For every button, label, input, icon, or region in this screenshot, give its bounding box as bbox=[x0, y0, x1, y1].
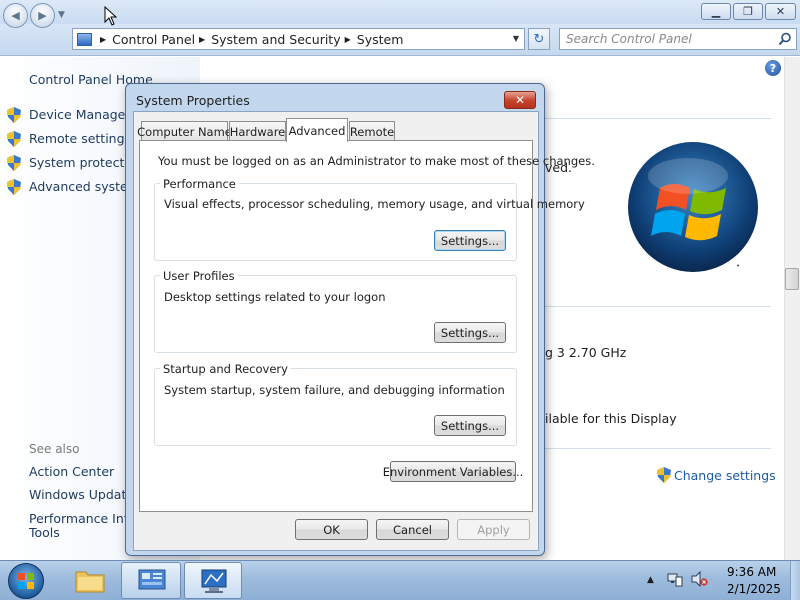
maximize-button[interactable]: ❐ bbox=[733, 3, 763, 20]
breadcrumb-separator-icon[interactable]: ▶ bbox=[100, 35, 106, 44]
control-panel-icon bbox=[77, 32, 92, 46]
volume-muted-icon[interactable] bbox=[691, 571, 708, 587]
trademark-dot: • bbox=[736, 262, 741, 270]
action-center-link[interactable]: Action Center bbox=[29, 464, 114, 479]
show-hidden-icons-button[interactable]: ▲ bbox=[647, 575, 654, 585]
section-divider bbox=[545, 448, 771, 449]
remote-settings-link[interactable]: Remote settings bbox=[29, 131, 131, 146]
user-profiles-group-label: User Profiles bbox=[160, 269, 238, 283]
apply-button[interactable]: Apply bbox=[457, 519, 530, 540]
startup-recovery-description: System startup, system failure, and debu… bbox=[164, 383, 505, 397]
folder-icon bbox=[75, 571, 105, 593]
breadcrumb-separator-icon[interactable]: ▶ bbox=[199, 35, 205, 44]
dialog-title: System Properties bbox=[136, 93, 250, 108]
taskbar-explorer-button[interactable] bbox=[66, 562, 114, 599]
back-button[interactable]: ◀ bbox=[3, 3, 28, 28]
refresh-button[interactable]: ↻ bbox=[528, 28, 550, 50]
tab-remote[interactable]: Remote bbox=[349, 121, 395, 141]
back-arrow-icon: ◀ bbox=[11, 9, 20, 22]
network-icon[interactable] bbox=[667, 571, 683, 587]
windows-flag-icon bbox=[18, 573, 34, 589]
minimize-button[interactable]: ▁ bbox=[701, 3, 731, 20]
dialog-close-button[interactable]: ✕ bbox=[504, 91, 536, 109]
see-also-heading: See also bbox=[29, 442, 80, 456]
windows-logo bbox=[628, 142, 758, 272]
startup-recovery-settings-button[interactable]: Settings... bbox=[434, 415, 506, 436]
uac-shield-icon bbox=[7, 155, 21, 171]
change-settings-link[interactable]: Change settings bbox=[674, 468, 776, 483]
user-profiles-description: Desktop settings related to your logon bbox=[164, 290, 386, 304]
help-icon[interactable]: ? bbox=[765, 60, 781, 76]
computer-icon bbox=[201, 569, 227, 593]
windows-update-link[interactable]: Windows Update bbox=[29, 487, 134, 502]
breadcrumb-separator-icon[interactable]: ▶ bbox=[345, 35, 351, 44]
control-panel-icon bbox=[138, 569, 166, 590]
uac-shield-icon bbox=[7, 107, 21, 123]
search-icon[interactable] bbox=[778, 32, 792, 46]
cancel-button[interactable]: Cancel bbox=[376, 519, 449, 540]
performance-settings-button[interactable]: Settings... bbox=[434, 230, 506, 251]
mouse-cursor-icon bbox=[104, 6, 118, 26]
device-manager-link[interactable]: Device Manager bbox=[29, 107, 131, 122]
ok-button[interactable]: OK bbox=[295, 519, 368, 540]
taskbar-system-properties-button[interactable] bbox=[184, 562, 242, 599]
clock-date[interactable]: 2/1/2025 bbox=[727, 582, 781, 596]
breadcrumb-system-and-security[interactable]: System and Security bbox=[211, 32, 340, 47]
forward-arrow-icon: ▶ bbox=[38, 9, 47, 22]
forward-button[interactable]: ▶ bbox=[30, 3, 55, 28]
uac-shield-icon bbox=[7, 179, 21, 195]
breadcrumb-system[interactable]: System bbox=[357, 32, 404, 47]
breadcrumb-control-panel[interactable]: Control Panel bbox=[112, 32, 195, 47]
startup-recovery-group-label: Startup and Recovery bbox=[160, 362, 291, 376]
performance-group-label: Performance bbox=[160, 177, 239, 191]
start-button[interactable] bbox=[8, 563, 44, 599]
admin-notice: You must be logged on as an Administrato… bbox=[158, 154, 595, 168]
performance-description: Visual effects, processor scheduling, me… bbox=[164, 197, 585, 211]
recent-pages-dropdown[interactable]: ▼ bbox=[58, 10, 65, 20]
environment-variables-button[interactable]: Environment Variables... bbox=[383, 461, 523, 482]
uac-shield-icon bbox=[657, 467, 671, 483]
tab-hardware[interactable]: Hardware bbox=[229, 121, 286, 141]
tab-advanced[interactable]: Advanced bbox=[286, 118, 348, 142]
tab-computer-name[interactable]: Computer Name bbox=[137, 121, 232, 141]
section-divider bbox=[545, 306, 771, 307]
taskbar-control-panel-button[interactable] bbox=[121, 562, 181, 599]
advanced-system-settings-link[interactable]: Advanced system bbox=[29, 179, 140, 194]
show-desktop-button[interactable] bbox=[790, 561, 800, 600]
address-history-dropdown[interactable]: ▼ bbox=[513, 34, 519, 43]
scrollbar-thumb[interactable] bbox=[785, 268, 799, 290]
clock-time[interactable]: 9:36 AM bbox=[727, 565, 776, 579]
processor-text-fragment: g 3 2.70 GHz bbox=[545, 345, 627, 360]
uac-shield-icon bbox=[7, 131, 21, 147]
search-input[interactable]: Search Control Panel bbox=[559, 28, 797, 50]
user-profiles-settings-button[interactable]: Settings... bbox=[434, 322, 506, 343]
close-window-button[interactable]: ✕ bbox=[765, 3, 796, 20]
window-titlebar: ▁ ❐ ✕ bbox=[0, 0, 800, 24]
section-divider bbox=[545, 118, 771, 119]
pen-touch-text-fragment: ilable for this Display bbox=[545, 411, 677, 426]
address-bar[interactable]: ▶ Control Panel ▶ System and Security ▶ … bbox=[72, 28, 525, 50]
search-placeholder: Search Control Panel bbox=[566, 32, 692, 46]
vertical-scrollbar[interactable] bbox=[784, 57, 800, 560]
chevron-down-icon: ▼ bbox=[58, 10, 65, 20]
refresh-icon: ↻ bbox=[533, 31, 545, 47]
performance-info-link-line2[interactable]: Tools bbox=[29, 525, 60, 540]
